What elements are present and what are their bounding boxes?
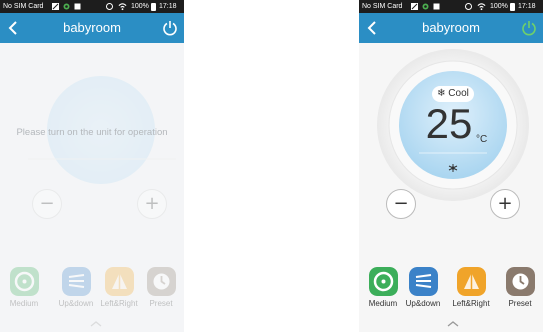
wifi-icon (477, 3, 486, 11)
fan-speed-icon (448, 164, 458, 172)
clock-time: 17:18 (159, 3, 177, 10)
temperature-dial-area: ❄ Cool 25 °C − + (359, 43, 543, 253)
carrier-text: No SIM Card (362, 3, 403, 10)
battery-percent: 100% (131, 3, 149, 10)
temperature-unit: °C (476, 134, 488, 145)
fan-speed-button[interactable]: Medium (363, 267, 403, 308)
decrease-button[interactable]: − (386, 189, 416, 219)
page-title: babyroom (422, 20, 480, 35)
battery-icon (510, 3, 515, 11)
temperature-value: 25 (425, 100, 473, 147)
chevron-up-icon[interactable] (445, 319, 461, 329)
carrier-text: No SIM Card (3, 3, 44, 10)
mode-label: Cool (448, 88, 469, 99)
sync-icon (422, 3, 429, 10)
increase-button[interactable]: + (490, 189, 520, 219)
wifi-icon (118, 3, 127, 11)
power-button[interactable] (161, 19, 179, 37)
notification-icon (74, 3, 81, 10)
preset-button[interactable]: Preset (500, 267, 540, 308)
alarm-icon (465, 3, 472, 10)
disabled-overlay: Please turn on the unit for operation (0, 43, 184, 332)
horizontal-swing-button[interactable]: Left&Right (451, 267, 491, 308)
phone-screen-on: No SIM Card 100% 17:18 babyroom ❄ Cool 2… (359, 0, 543, 332)
power-button[interactable] (520, 19, 538, 37)
notification-icon (433, 3, 440, 10)
page-title: babyroom (63, 20, 121, 35)
power-off-message: Please turn on the unit for operation (16, 127, 168, 138)
fan-speed-label: Medium (368, 299, 398, 308)
sync-icon (63, 3, 70, 10)
title-bar: babyroom (0, 13, 184, 43)
clock-time: 17:18 (518, 3, 536, 10)
function-bar: Medium Up&down Left&Right Preset (359, 253, 543, 332)
vertical-swing-label: Up&down (405, 299, 441, 308)
preset-label: Preset (508, 299, 532, 308)
clock-icon (505, 267, 535, 296)
vertical-swing-icon (408, 267, 438, 296)
status-bar: No SIM Card 100% 17:18 (0, 0, 184, 13)
title-bar: babyroom (359, 13, 543, 43)
fan-speed-icon (368, 267, 398, 296)
battery-percent: 100% (490, 3, 508, 10)
snowflake-icon: ❄ (437, 88, 446, 99)
phone-screen-off: No SIM Card 100% 17:18 babyroom − + (0, 0, 184, 332)
no-sim-icon (52, 3, 59, 10)
alarm-icon (106, 3, 113, 10)
battery-icon (151, 3, 156, 11)
no-sim-icon (411, 3, 418, 10)
status-bar: No SIM Card 100% 17:18 (359, 0, 543, 13)
horizontal-swing-label: Left&Right (452, 299, 490, 308)
horizontal-swing-icon (456, 267, 486, 296)
temperature-dial (377, 49, 529, 201)
vertical-swing-button[interactable]: Up&down (403, 267, 443, 308)
